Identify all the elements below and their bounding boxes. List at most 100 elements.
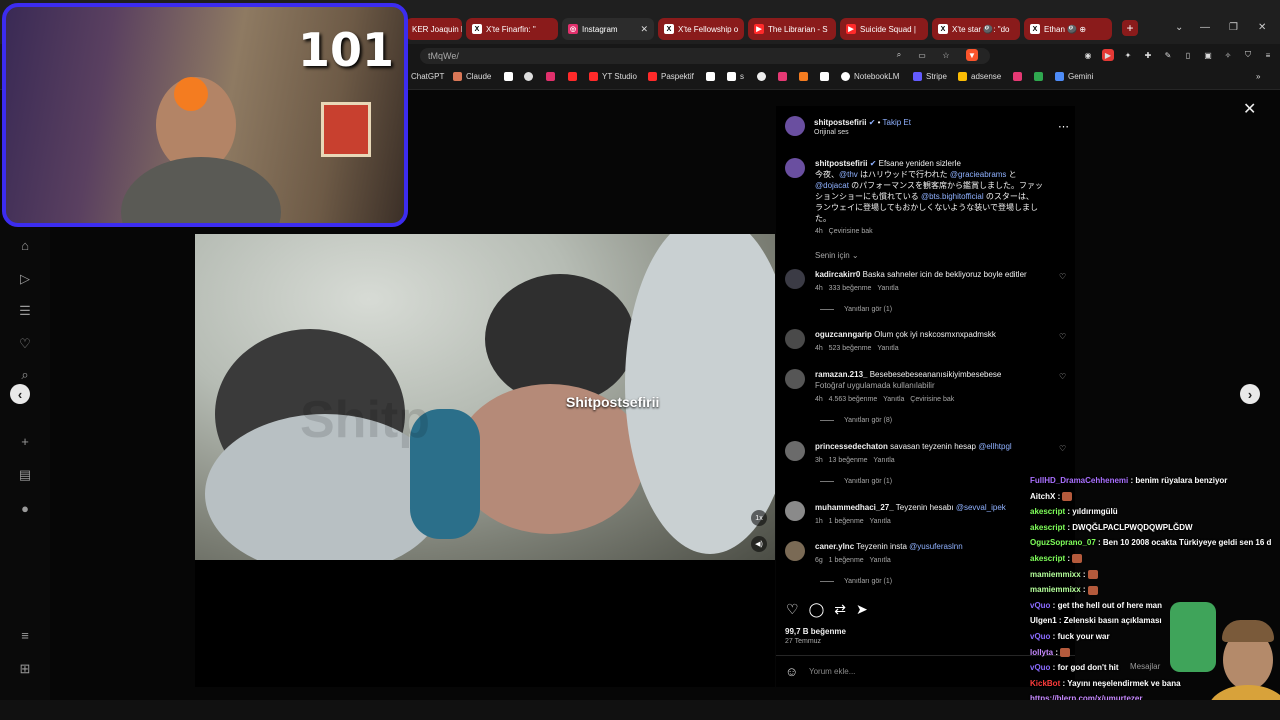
avatar[interactable] xyxy=(785,369,805,389)
tab-1[interactable]: X X'te Finarfin: " xyxy=(466,18,558,40)
emoji-icon[interactable]: ☺ xyxy=(785,664,798,679)
bookmark-star-icon[interactable]: ☆ xyxy=(940,49,952,61)
tab-instagram[interactable]: ◎ Instagram ✕ xyxy=(562,18,654,40)
reply-button[interactable]: Yanıtla xyxy=(870,518,891,525)
chat-username[interactable]: vQuo xyxy=(1030,632,1050,641)
close-window-icon[interactable]: ✕ xyxy=(1258,22,1266,33)
chat-username[interactable]: akescript xyxy=(1030,507,1065,516)
comment-author[interactable]: kadircakirr0 xyxy=(815,270,860,279)
view-replies-button[interactable]: Yanıtları gör (1) xyxy=(820,578,892,585)
tab-6[interactable]: X X'te star 🎱: "do xyxy=(932,18,1020,40)
more-menu-icon[interactable]: ≡ xyxy=(16,628,34,646)
mention-link[interactable]: @thv xyxy=(839,170,858,179)
messages-icon[interactable]: ☰ xyxy=(16,303,34,321)
extension-icon[interactable]: ✦ xyxy=(1122,49,1134,61)
chat-username[interactable]: FullHD_DramaCehhenemi xyxy=(1030,476,1128,485)
mute-icon[interactable]: ◀) xyxy=(751,536,767,552)
dashboard-icon[interactable]: ▤ xyxy=(16,467,34,485)
bookmark-claude[interactable]: Claude xyxy=(453,72,491,81)
brave-shield-icon[interactable]: ▼ xyxy=(966,49,978,61)
chat-username[interactable]: mamiemmixx xyxy=(1030,570,1081,579)
notifications-icon[interactable]: ♡ xyxy=(16,336,34,354)
tab-5[interactable]: ▶ Suicide Squad | xyxy=(840,18,928,40)
new-tab-button[interactable]: + xyxy=(1122,20,1138,36)
reply-button[interactable]: Yanıtla xyxy=(877,345,898,352)
install-icon[interactable]: ▭ xyxy=(916,49,928,61)
bookmark-youtube[interactable] xyxy=(568,72,581,81)
bookmark-circle[interactable] xyxy=(757,72,770,81)
comment-likes[interactable]: 333 beğenme xyxy=(829,285,872,292)
more-options-icon[interactable]: ⋯ xyxy=(1058,120,1069,133)
audio-label[interactable]: Orijinal ses xyxy=(814,129,849,136)
previous-post-button[interactable]: ‹ xyxy=(10,384,30,404)
chat-username[interactable]: vQuo xyxy=(1030,601,1050,610)
avatar[interactable] xyxy=(785,329,805,349)
comment-author[interactable]: ramazan.213_ xyxy=(815,370,867,379)
like-comment-icon[interactable]: ♡ xyxy=(1059,332,1066,341)
view-replies-button[interactable]: Yanıtları gör (8) xyxy=(820,417,892,424)
avatar[interactable] xyxy=(785,269,805,289)
chat-username[interactable]: lollyta xyxy=(1030,648,1053,657)
likes-total[interactable]: 99,7 B beğenme xyxy=(785,626,846,637)
zoom-icon[interactable]: ⌕ xyxy=(893,49,905,61)
tab-search-icon[interactable]: ⌄ xyxy=(1175,22,1183,33)
tab-3[interactable]: X X'te Fellowship o xyxy=(658,18,744,40)
bookmark-app[interactable] xyxy=(1013,72,1026,81)
bookmark-x[interactable] xyxy=(504,72,517,81)
bookmark-notebooklm[interactable]: NotebookLM xyxy=(841,72,899,81)
comment-author[interactable]: oguzcanngarip xyxy=(815,330,872,339)
reply-button[interactable]: Yanıtla xyxy=(883,396,904,403)
sidebar-icon[interactable]: ▯ xyxy=(1182,49,1194,61)
bookmark-tiktok-s[interactable]: s xyxy=(727,72,744,81)
bookmark-gemini[interactable]: Gemini xyxy=(1055,72,1093,81)
bookmark-instagram[interactable] xyxy=(546,72,559,81)
close-tab-icon[interactable]: ✕ xyxy=(635,24,648,35)
reply-button[interactable]: Yanıtla xyxy=(873,457,894,464)
chat-username[interactable]: akescript xyxy=(1030,523,1065,532)
home-icon[interactable]: ⌂ xyxy=(16,238,34,256)
comment-likes[interactable]: 1 beğenme xyxy=(829,518,864,525)
reply-button[interactable]: Yanıtla xyxy=(877,285,898,292)
translate-link[interactable]: Çevirisine bak xyxy=(910,396,954,403)
bookmark-tiktok[interactable] xyxy=(706,72,719,81)
avatar[interactable] xyxy=(785,116,805,136)
like-icon[interactable]: ♡ xyxy=(786,601,799,618)
view-replies-button[interactable]: Yanıtları gör (1) xyxy=(820,478,892,485)
tab-0[interactable]: KER Joaquin P xyxy=(406,18,462,40)
vpn-icon[interactable]: ⛉ xyxy=(1242,49,1254,61)
comment-icon[interactable]: ◯ xyxy=(809,601,825,618)
comment-author[interactable]: princessedechaton xyxy=(815,442,888,451)
maximize-icon[interactable]: ❐ xyxy=(1229,22,1238,33)
bookmark-app[interactable] xyxy=(1034,72,1047,81)
wallet-icon[interactable]: ▣ xyxy=(1202,49,1214,61)
comment-author[interactable]: muhammedhaci_27_ xyxy=(815,503,894,512)
avatar[interactable] xyxy=(785,541,805,561)
post-author[interactable]: shitpostsefirii xyxy=(814,118,866,127)
bookmark-ytstudio[interactable]: YT Studio xyxy=(589,72,637,81)
search-icon[interactable]: ⌕ xyxy=(16,367,34,385)
like-comment-icon[interactable]: ♡ xyxy=(1059,444,1066,453)
bookmark-adsense[interactable]: adsense xyxy=(958,72,1001,81)
bookmark-orange[interactable] xyxy=(799,72,812,81)
avatar[interactable] xyxy=(785,501,805,521)
translate-link[interactable]: Çevirisine bak xyxy=(829,228,873,235)
bookmark-threads[interactable] xyxy=(524,72,537,81)
bookmark-chatgpt[interactable]: ChatGPT xyxy=(411,72,444,81)
avatar[interactable] xyxy=(785,441,805,461)
reels-icon[interactable]: ▷ xyxy=(16,271,34,289)
mention-link[interactable]: @yusuferaslnn xyxy=(909,542,962,551)
minimize-icon[interactable]: — xyxy=(1200,22,1210,33)
follow-button[interactable]: Takip Et xyxy=(883,118,911,127)
profile-icon[interactable]: ● xyxy=(16,501,34,519)
close-post-icon[interactable]: ✕ xyxy=(1243,99,1256,119)
chat-username[interactable]: Ulgen1 xyxy=(1030,616,1057,625)
extension-icon[interactable]: ✎ xyxy=(1162,49,1174,61)
comment-sort-dropdown[interactable]: Senin için ⌄ xyxy=(815,251,859,260)
chat-username[interactable]: mamiemmixx xyxy=(1030,585,1081,594)
puzzle-icon[interactable]: ✚ xyxy=(1142,49,1154,61)
meta-apps-icon[interactable]: ⊞ xyxy=(16,661,34,679)
chat-username[interactable]: vQuo xyxy=(1030,663,1050,672)
comment-likes[interactable]: 13 beğenme xyxy=(829,457,868,464)
bookmark-paspektif[interactable]: Paspektif xyxy=(648,72,694,81)
next-post-button[interactable]: › xyxy=(1240,384,1260,404)
